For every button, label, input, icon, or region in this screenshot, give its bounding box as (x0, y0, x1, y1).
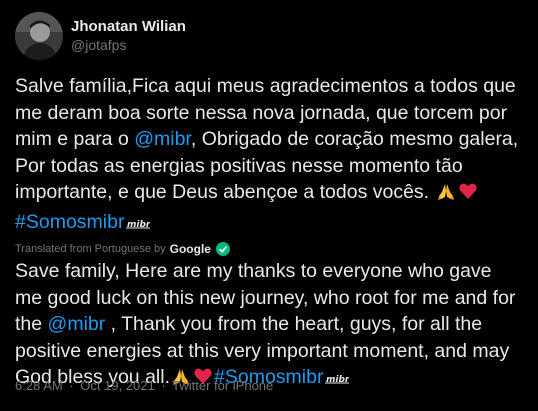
google-translate-logo: Google (169, 242, 211, 256)
tweet-text-translation: Save family, Here are my thanks to every… (15, 258, 522, 394)
tweet-text-original: Salve família,Fica aqui meus agradecimen… (15, 73, 522, 237)
tweet: Jhonatan Wilian @jotafps Salve família,F… (0, 0, 538, 411)
hashtag-link[interactable]: #Somosmibr (15, 211, 124, 233)
translation-notice-label: Translated from Portuguese by (15, 243, 166, 255)
check-icon (215, 242, 230, 256)
avatar-image (15, 12, 63, 60)
avatar[interactable] (15, 12, 63, 60)
tweet-metadata: 6:28 AM · Oct 19, 2021 · Twitter for iPh… (15, 378, 273, 394)
translation-mention-link[interactable]: @mibr (48, 313, 106, 335)
author-display-name[interactable]: Jhonatan Wilian (71, 17, 186, 36)
author-handle[interactable]: @jotafps (71, 36, 186, 55)
author-names: Jhonatan Wilian @jotafps (71, 17, 186, 55)
translation-notice: Translated from Portuguese by Google (15, 241, 522, 257)
meta-separator: · (69, 378, 74, 393)
meta-separator: · (161, 378, 166, 393)
tweet-date[interactable]: Oct 19, 2021 (80, 378, 154, 393)
tweet-source[interactable]: Twitter for iPhone (172, 378, 273, 393)
mibr-hashtag-badge-icon: mibr (126, 211, 151, 238)
mibr-hashtag-badge-icon: mibr (325, 366, 350, 393)
red-heart-icon (458, 181, 478, 209)
folded-hands-icon (436, 181, 456, 209)
mention-link[interactable]: @mibr (134, 128, 191, 150)
tweet-header: Jhonatan Wilian @jotafps (15, 12, 522, 60)
tweet-time[interactable]: 6:28 AM (15, 378, 63, 393)
